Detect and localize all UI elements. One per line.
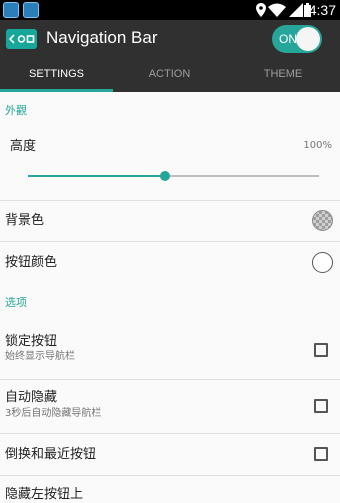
wifi-icon <box>268 3 286 17</box>
button-color-swatch[interactable] <box>312 252 333 273</box>
divider <box>0 241 340 242</box>
auto-hide-label[interactable]: 自动隐藏 <box>5 390 57 406</box>
navigation-bar-icon <box>6 29 37 49</box>
background-color-label[interactable]: 背景色 <box>5 213 44 229</box>
app-title: Navigation Bar <box>46 28 158 47</box>
notification-app-icon <box>3 2 19 18</box>
divider <box>0 433 340 434</box>
height-slider-thumb[interactable] <box>159 171 170 181</box>
height-value: 100% <box>303 140 332 151</box>
lock-buttons-checkbox[interactable] <box>314 343 328 357</box>
signal-icon <box>289 3 303 17</box>
tab-action[interactable]: ACTION <box>113 58 226 92</box>
lock-buttons-label[interactable]: 锁定按钮 <box>5 334 57 350</box>
lock-buttons-summary: 始终显示导航栏 <box>5 351 75 362</box>
tab-settings[interactable]: SETTINGS <box>0 58 113 92</box>
master-switch[interactable]: ON <box>272 25 322 53</box>
partial-row-label[interactable]: 隐藏左按钮上 <box>5 487 83 503</box>
divider <box>0 475 340 476</box>
switch-knob <box>296 27 320 51</box>
section-header-appearance: 外觀 <box>5 104 27 117</box>
status-bar: 4:37 <box>0 0 340 20</box>
height-slider[interactable] <box>28 171 319 181</box>
switch-label: ON <box>279 32 297 46</box>
swap-buttons-checkbox[interactable] <box>314 447 328 461</box>
height-slider-fill <box>28 175 165 177</box>
tab-bar: SETTINGS ACTION THEME <box>0 58 340 92</box>
auto-hide-checkbox[interactable] <box>314 399 328 413</box>
divider <box>0 200 340 201</box>
notification-app-icon <box>23 2 39 18</box>
divider <box>0 379 340 380</box>
status-time: 4:37 <box>308 2 336 18</box>
app-bar: Navigation Bar ON <box>0 20 340 58</box>
auto-hide-summary: 3秒后自动隐藏导航栏 <box>5 408 102 419</box>
height-label: 高度 <box>10 139 37 154</box>
tab-indicator <box>0 89 113 92</box>
location-icon <box>256 3 266 17</box>
background-color-swatch[interactable] <box>312 210 333 231</box>
swap-buttons-label[interactable]: 倒换和最近按钮 <box>5 447 96 463</box>
tab-theme[interactable]: THEME <box>226 58 340 92</box>
section-header-options: 选项 <box>5 296 27 309</box>
button-color-label[interactable]: 按钮颜色 <box>5 255 57 271</box>
